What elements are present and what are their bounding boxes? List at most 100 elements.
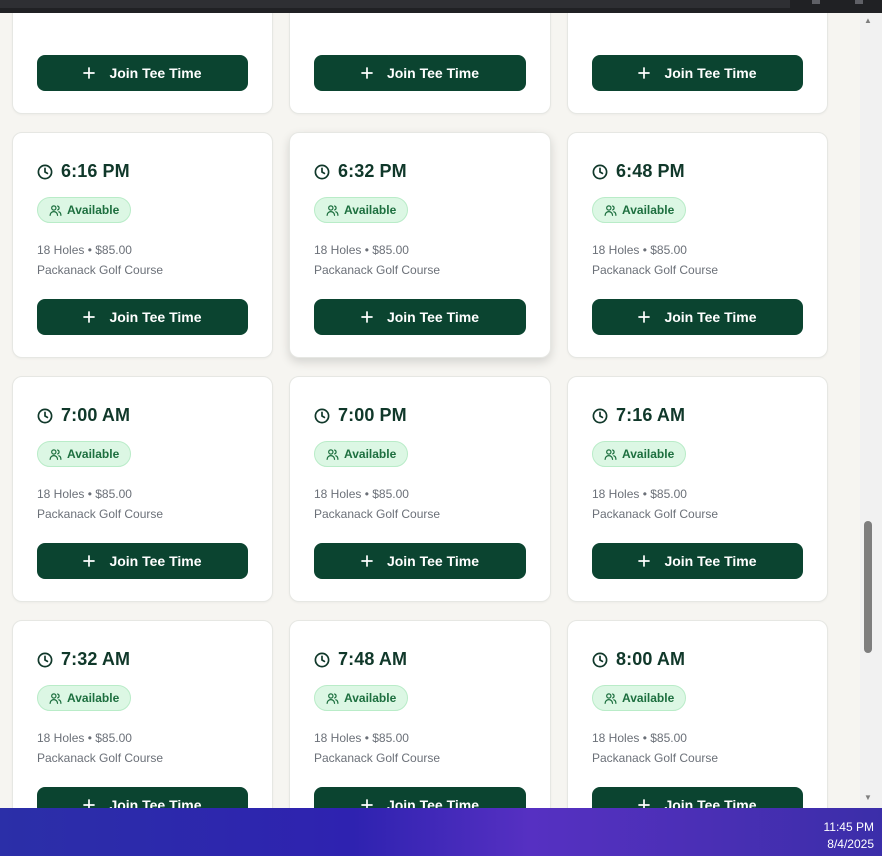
join-button-label: Join Tee Time [386,309,480,325]
tee-time-header: 7:00 PM [314,405,407,426]
page-scrollbar[interactable]: ▲ ▼ [860,13,882,808]
join-tee-time-button[interactable]: Join Tee Time [314,543,526,579]
holes-price: 18 Holes • $85.00 [592,731,687,745]
join-tee-time-button[interactable]: Join Tee Time [592,787,803,808]
tee-time-time: 8:00 AM [616,649,686,669]
holes-price: 18 Holes • $85.00 [37,243,132,257]
browser-top-strip [0,0,882,13]
join-button-label: Join Tee Time [664,309,757,325]
tee-time-details: 18 Holes • $85.00 Packanack Golf Course [37,240,163,280]
tee-time-card: 7:48 AM Available 18 Holes • $85.00 Packana… [289,620,551,808]
join-button-label: Join Tee Time [386,65,480,81]
tee-time-header: 8:00 AM [592,649,685,670]
tee-time-details: Packanack Golf Course [592,13,718,16]
plus-icon [83,555,96,567]
window-control-icon[interactable] [855,0,863,4]
availability-badge: Available [592,685,687,711]
window-control-icon[interactable] [812,0,820,4]
clock-icon [37,164,53,180]
holes-price: 18 Holes • $85.00 [37,731,132,745]
tee-time-card: 7:32 AM Available 18 Holes • $85.00 Packana… [12,620,273,808]
course-name: Packanack Golf Course [314,751,441,765]
tee-time-details: 18 Holes • $85.00 Packanack Golf Course [314,484,440,524]
join-tee-time-button[interactable]: Join Tee Time [37,543,248,579]
join-button-label: Join Tee Time [109,309,202,325]
availability-badge: Available [592,441,687,467]
scroll-down-icon[interactable]: ▼ [863,794,873,802]
availability-badge: Available [592,197,687,223]
users-icon [326,204,339,217]
tee-time-header: 7:00 AM [37,405,130,426]
join-button-label: Join Tee Time [109,65,202,81]
join-button-label: Join Tee Time [109,797,202,808]
tee-time-card: 7:00 AM Available 18 Holes • $85.00 Packana… [12,376,273,602]
tee-time-header: 7:32 AM [37,649,130,670]
users-icon [604,204,617,217]
plus-icon [638,67,651,79]
tee-time-time: 6:48 PM [616,161,685,181]
taskbar-date: 8/4/2025 [827,837,874,851]
join-button-label: Join Tee Time [386,797,480,808]
plus-icon [361,311,373,323]
join-tee-time-button[interactable]: Join Tee Time [314,787,526,808]
tee-times-grid: Packanack Golf Course Join Tee Time Packan… [12,13,828,808]
join-tee-time-button[interactable]: Join Tee Time [592,55,803,91]
tee-times-page: Packanack Golf Course Join Tee Time Packan… [0,13,860,808]
availability-label: Available [67,447,120,461]
plus-icon [361,799,373,808]
tee-time-time: 7:48 AM [338,649,408,669]
course-name: Packanack Golf Course [314,13,440,16]
clock-icon [37,408,53,424]
join-tee-time-button[interactable]: Join Tee Time [314,299,526,335]
tee-time-time: 7:00 PM [338,405,407,425]
scroll-up-icon[interactable]: ▲ [863,17,873,25]
plus-icon [83,311,96,323]
tee-time-details: Packanack Golf Course [314,13,440,16]
availability-badge: Available [37,441,132,467]
availability-label: Available [67,691,120,705]
join-button-label: Join Tee Time [109,553,202,569]
availability-badge: Available [314,197,409,223]
clock-icon [592,408,608,424]
clock-icon [37,652,53,668]
join-tee-time-button[interactable]: Join Tee Time [37,787,248,808]
tee-time-details: 18 Holes • $85.00 Packanack Golf Course [592,240,718,280]
tee-time-details: 18 Holes • $85.00 Packanack Golf Course [314,240,440,280]
tee-time-details: 18 Holes • $85.00 Packanack Golf Course [37,484,163,524]
availability-badge: Available [37,197,132,223]
course-name: Packanack Golf Course [592,263,719,277]
availability-badge: Available [314,441,409,467]
availability-label: Available [622,691,675,705]
join-button-label: Join Tee Time [664,797,757,808]
join-tee-time-button[interactable]: Join Tee Time [37,299,248,335]
join-tee-time-button[interactable]: Join Tee Time [592,543,803,579]
join-tee-time-button[interactable]: Join Tee Time [592,299,803,335]
availability-label: Available [622,447,675,461]
course-name: Packanack Golf Course [314,263,441,277]
tee-time-details: 18 Holes • $85.00 Packanack Golf Course [37,728,163,768]
tee-time-card: Packanack Golf Course Join Tee Time [12,13,273,114]
availability-badge: Available [314,685,409,711]
course-name: Packanack Golf Course [592,13,718,16]
clock-icon [314,164,330,180]
clock-icon [314,652,330,668]
users-icon [604,448,617,461]
availability-label: Available [622,203,675,217]
holes-price: 18 Holes • $85.00 [314,731,409,745]
course-name: Packanack Golf Course [314,507,441,521]
join-tee-time-button[interactable]: Join Tee Time [37,55,248,91]
join-button-label: Join Tee Time [664,553,757,569]
holes-price: 18 Holes • $85.00 [592,243,687,257]
users-icon [326,448,339,461]
holes-price: 18 Holes • $85.00 [592,487,687,501]
tee-time-time: 6:32 PM [338,161,407,181]
users-icon [604,692,617,705]
tee-time-card: Packanack Golf Course Join Tee Time [289,13,551,114]
scrollbar-thumb[interactable] [864,521,872,653]
course-name: Packanack Golf Course [592,507,719,521]
plus-icon [83,799,96,808]
availability-label: Available [67,203,120,217]
taskbar-clock[interactable]: 11:45 PM 8/4/2025 [824,819,874,853]
join-tee-time-button[interactable]: Join Tee Time [314,55,526,91]
plus-icon [361,555,373,567]
